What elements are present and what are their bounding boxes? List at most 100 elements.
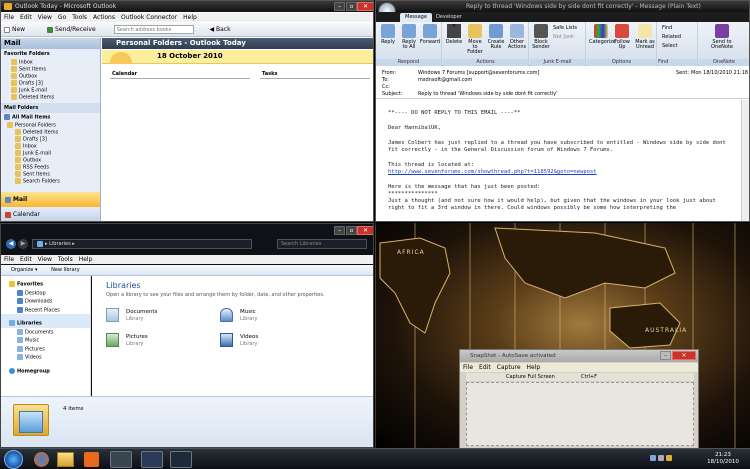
maximize-button[interactable]: ▫ [346,2,357,11]
explorer-menu-view[interactable]: View [38,256,52,263]
menu-actions[interactable]: Actions [93,14,115,21]
send-to-onenote-button[interactable]: Send to OneNote [709,22,735,50]
move-to-folder-button[interactable]: Move to Folder [465,22,485,55]
snapshot-minimize-button[interactable]: – [660,351,671,360]
nav-button-calendar[interactable]: Calendar [1,208,100,221]
new-library-button[interactable]: New library [51,267,80,273]
nav-button-mail[interactable]: Mail [1,192,100,207]
reply-all-button[interactable]: Reply to All [399,22,419,50]
libraries-nav-item[interactable]: Documents [1,328,90,337]
tab-developer[interactable]: Developer [436,13,462,22]
all-mail-items[interactable]: All Mail Items [1,113,100,122]
create-rule-button[interactable]: Create Rule [486,22,506,50]
snapshot-menu-edit[interactable]: Edit [479,364,491,371]
folder-tree-item[interactable]: Deleted Items [1,128,100,136]
folder-tree-item[interactable]: Junk E-mail [1,149,100,157]
not-junk-button[interactable]: Not Junk [553,34,574,40]
homegroup-item[interactable]: Homegroup [1,362,90,376]
taskbar-app-icon[interactable] [170,451,192,468]
close-button[interactable]: ✕ [357,2,373,11]
folder-tree-item[interactable]: Drafts [3] [1,135,100,143]
library-item-music[interactable]: Music Library [220,308,330,324]
message-scrollbar[interactable] [741,100,749,221]
libraries-nav-item[interactable]: Pictures [1,345,90,354]
forward-button[interactable]: Forward [420,22,440,45]
thread-link[interactable]: http://www.sevenforums.com/showthread.ph… [388,169,729,176]
favorites-nav-item[interactable]: Downloads [1,297,90,306]
menu-go[interactable]: Go [58,14,66,21]
explorer-maximize-button[interactable]: ▫ [346,226,357,235]
organize-button[interactable]: Organize ▾ [11,267,38,273]
folder-tree-item[interactable]: Search Folders [1,177,100,185]
library-item-documents[interactable]: Documents Library [106,308,216,324]
back-button[interactable]: ◀ Back [209,26,230,33]
message-body[interactable]: **---- DO NOT REPLY TO THIS EMAIL ----**… [376,100,741,221]
menu-file[interactable]: File [4,14,14,21]
from-value[interactable]: Windows 7 Forums [support@sevenforums.co… [418,70,540,76]
capture-full-screen-item[interactable]: Capture Full Screen Ctrl+F [466,373,694,381]
snapshot-close-button[interactable]: ✕ [672,351,696,360]
start-button[interactable] [4,450,23,469]
explorer-menu-edit[interactable]: Edit [20,256,32,263]
volume-icon[interactable] [658,454,664,461]
taskbar-outlook-icon[interactable] [141,451,163,468]
search-address-books-input[interactable]: Search address books [113,25,194,34]
safe-lists-button[interactable]: Safe Lists [553,25,577,31]
libraries-header[interactable]: Libraries [1,314,90,328]
folder-tree-item[interactable]: Inbox [1,142,100,150]
minimize-button[interactable]: – [334,2,345,11]
flag-tray-icon[interactable] [666,454,672,461]
taskbar-media-icon[interactable] [84,452,99,467]
to-value[interactable]: msdnsoft@gmail.com [418,77,472,83]
menu-view[interactable]: View [38,14,52,21]
select-button[interactable]: Select [662,43,677,49]
folder-tree-item[interactable]: Outbox [1,156,100,164]
favorite-folder-item[interactable]: Outbox [1,73,100,80]
outlook-app-icon[interactable] [4,3,12,10]
menu-edit[interactable]: Edit [20,14,32,21]
library-item-videos[interactable]: Videos Library [220,333,330,349]
tab-message[interactable]: Message [400,13,432,22]
mark-unread-button[interactable]: Mark as Unread [633,22,657,50]
favorites-nav-item[interactable]: Desktop [1,289,90,298]
related-button[interactable]: Related [662,34,681,40]
favorite-folder-item[interactable]: Inbox [1,59,100,66]
delete-button[interactable]: ✕ Delete [444,22,464,45]
explorer-menu-help[interactable]: Help [79,256,93,263]
send-receive-button[interactable]: Send/Receive [55,26,96,33]
snapshot-menu-help[interactable]: Help [527,364,541,371]
favorite-folder-item[interactable]: Sent Items [1,66,100,73]
explorer-menu-file[interactable]: File [4,256,14,263]
other-actions-button[interactable]: Other Actions [507,22,527,50]
find-button[interactable]: Find [662,25,672,31]
snapshot-menu-capture[interactable]: Capture [497,364,521,371]
forward-nav-button[interactable]: ▶ [18,239,28,249]
explorer-minimize-button[interactable]: – [334,226,345,235]
favorite-folder-item[interactable]: Drafts [3] [1,80,100,87]
library-item-pictures[interactable]: Pictures Library [106,333,216,349]
favorite-folder-item[interactable]: Junk E-mail [1,87,100,94]
favorites-header[interactable]: Favorites [1,276,90,289]
libraries-nav-item[interactable]: Videos [1,353,90,362]
libraries-nav-item[interactable]: Music [1,336,90,345]
follow-up-button[interactable]: Follow Up [612,22,632,50]
snapshot-menu-file[interactable]: File [463,364,473,371]
folder-tree-item[interactable]: RSS Feeds [1,163,100,171]
taskbar-firefox-icon[interactable] [34,452,49,467]
folder-tree-item[interactable]: Sent Items [1,170,100,178]
menu-outlook-connector[interactable]: Outlook Connector [121,14,177,21]
network-icon[interactable] [650,454,656,461]
favorite-folder-item[interactable]: Deleted Items [1,94,100,101]
favorites-nav-item[interactable]: Recent Places [1,306,90,315]
clock[interactable]: 21:23 18/10/2010 [703,452,743,466]
block-sender-button[interactable]: Block Sender [531,22,551,50]
explorer-menu-tools[interactable]: Tools [58,256,73,263]
folder-tree-item[interactable]: Personal Folders [1,121,100,129]
explorer-close-button[interactable]: ✕ [357,226,373,235]
new-button[interactable]: New [12,26,25,33]
search-libraries-input[interactable]: Search Libraries [277,239,367,249]
taskbar-folder-icon[interactable] [110,451,132,468]
back-nav-button[interactable]: ◀ [6,239,16,249]
categorize-button[interactable]: Categorize [589,22,616,45]
menu-help[interactable]: Help [183,14,197,21]
